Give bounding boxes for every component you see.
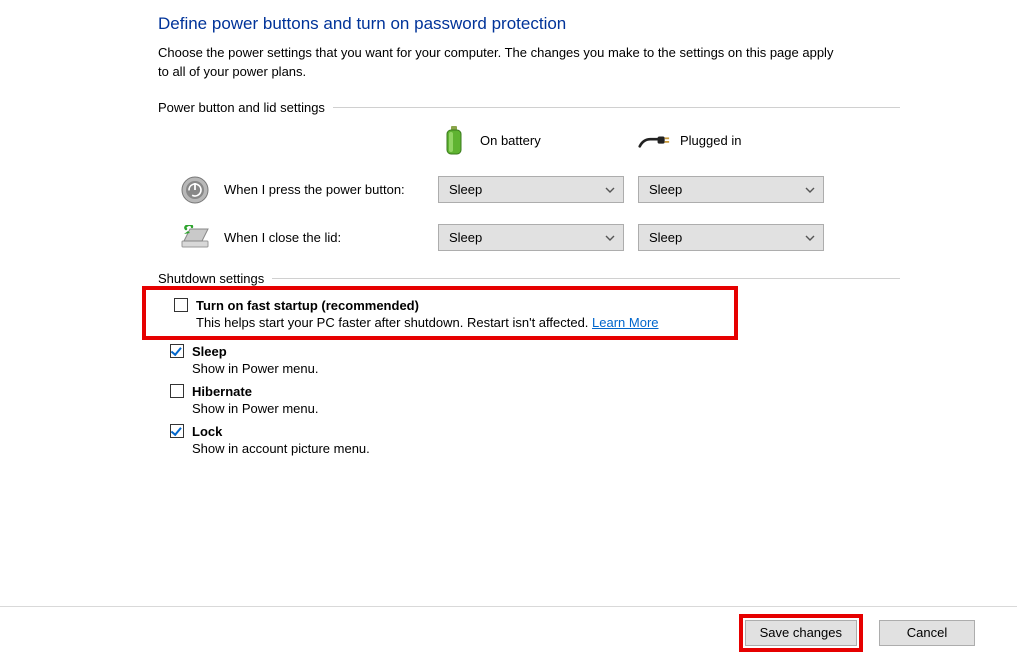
option-description: Show in account picture menu. [192,441,900,456]
option-label: Turn on fast startup (recommended) [196,298,419,313]
column-header-plugged: Plugged in [638,125,838,157]
divider [333,107,900,108]
section-header-shutdown: Shutdown settings [158,271,900,286]
column-header-battery-label: On battery [480,133,541,148]
checkbox-fast-startup[interactable] [174,298,188,312]
option-sleep: Sleep Show in Power menu. [158,344,900,376]
divider [272,278,900,279]
chevron-down-icon [805,235,815,241]
section-header-shutdown-label: Shutdown settings [158,271,272,286]
option-hibernate: Hibernate Show in Power menu. [158,384,900,416]
option-lock: Lock Show in account picture menu. [158,424,900,456]
annotation-highlight-save: Save changes [739,614,863,652]
option-description: Show in Power menu. [192,401,900,416]
row-power-button: When I press the power button: Sleep Sle… [158,175,900,205]
section-header-power-label: Power button and lid settings [158,100,333,115]
option-label: Hibernate [192,384,252,399]
checkbox-hibernate[interactable] [170,384,184,398]
option-label: Sleep [192,344,227,359]
chevron-down-icon [605,187,615,193]
page-title: Define power buttons and turn on passwor… [158,14,900,34]
annotation-highlight-fast-startup: Turn on fast startup (recommended) This … [142,286,738,340]
page-description: Choose the power settings that you want … [158,44,838,82]
dropdown-value: Sleep [649,230,682,245]
battery-icon [438,125,470,157]
save-button[interactable]: Save changes [745,620,857,646]
column-header-battery: On battery [438,125,638,157]
chevron-down-icon [605,235,615,241]
chevron-down-icon [805,187,815,193]
row-close-lid: When I close the lid: Sleep Sleep [158,223,900,253]
dropdown-value: Sleep [649,182,682,197]
plug-icon [638,125,670,157]
dropdown-power-button-plugged[interactable]: Sleep [638,176,824,203]
option-description: This helps start your PC faster after sh… [196,315,722,330]
section-header-power: Power button and lid settings [158,100,900,115]
dropdown-value: Sleep [449,230,482,245]
power-button-icon [178,175,212,205]
option-fast-startup: Turn on fast startup (recommended) This … [174,298,722,330]
checkbox-sleep[interactable] [170,344,184,358]
dropdown-close-lid-plugged[interactable]: Sleep [638,224,824,251]
checkbox-lock[interactable] [170,424,184,438]
option-label: Lock [192,424,222,439]
learn-more-link[interactable]: Learn More [592,315,658,330]
column-header-plugged-label: Plugged in [680,133,741,148]
row-power-button-label: When I press the power button: [224,182,405,197]
dropdown-power-button-battery[interactable]: Sleep [438,176,624,203]
option-description: Show in Power menu. [192,361,900,376]
laptop-lid-icon [178,223,212,253]
row-close-lid-label: When I close the lid: [224,230,341,245]
footer-bar: Save changes Cancel [0,606,1017,658]
cancel-button[interactable]: Cancel [879,620,975,646]
dropdown-close-lid-battery[interactable]: Sleep [438,224,624,251]
dropdown-value: Sleep [449,182,482,197]
